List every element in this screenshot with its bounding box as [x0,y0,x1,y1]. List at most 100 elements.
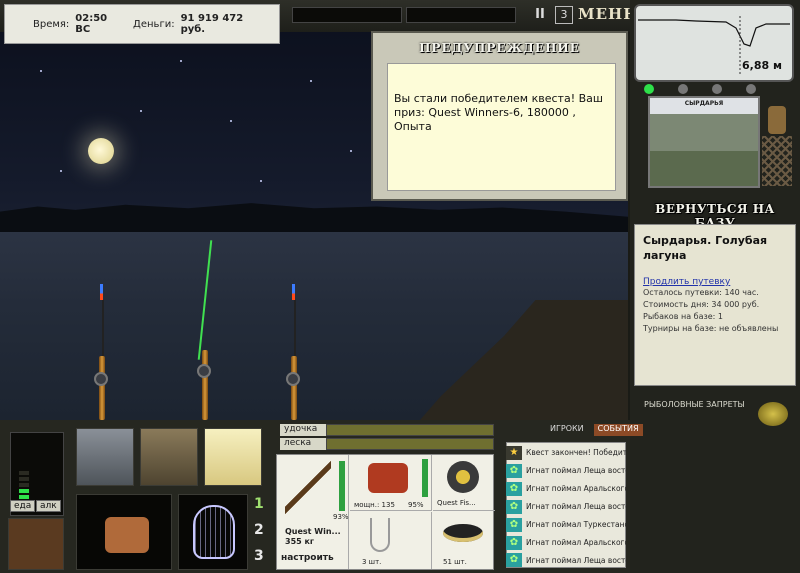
event-text: Игнат поймал Леща восточносибирского на … [526,502,626,511]
rod-label: удочка [280,424,326,436]
rod-2[interactable] [202,350,208,420]
map-buttons [644,84,784,94]
list-item: ✿ Игнат поймал Леща восточносибирского н… [506,552,626,568]
bait-slot[interactable]: 51 шт. [433,512,495,569]
star [140,110,142,112]
notepad-icon[interactable] [204,428,262,486]
reel-power: мощн.: 135 [354,501,395,509]
list-item: ✿ Игнат поймал Леща восточносибирского н… [506,462,626,479]
keepnet-basket-icon[interactable] [76,494,172,570]
reel-icon [368,463,408,493]
return-to-base-button[interactable]: ВЕРНУТЬСЯ НА БАЗУ [634,202,796,230]
line-label: леска [280,438,326,450]
food-box-icon[interactable] [8,518,64,570]
location-map-thumbnail[interactable]: СЫРДАРЬЯ [648,96,760,188]
rod-name: Quest Win... [285,527,341,536]
tackle-box-icon[interactable] [76,428,134,486]
rod-icon [285,461,331,517]
money-label: Деньги: [133,18,175,30]
event-text: Квест закончен! Победитель Игнат [526,448,626,457]
star [230,120,232,122]
tab-events[interactable]: СОБЫТИЯ [593,424,643,436]
satiety-bar [19,489,29,493]
event-text: Игнат поймал Аральского усача на 12,635 … [526,538,626,547]
satiety-bar [19,471,29,475]
time-label: Время: [33,18,70,30]
map-thumb-title: СЫРДАРЬЯ [684,100,724,107]
alcohol-tab[interactable]: алк [36,500,61,512]
tackle-panel: удочка леска Quest Win... 355 кг 93% нас… [276,424,495,570]
hook-slot[interactable]: 3 шт. [350,512,432,569]
rod-weight: 355 кг [285,537,315,546]
events-tabs: ИГРОКИ СОБЫТИЯ [546,424,796,436]
butterfly-icon: ✿ [506,499,522,514]
extend-permit-link[interactable]: Продлить путевку [643,277,787,287]
permit-remaining: Осталось путевки: 140 час. [643,288,759,297]
backpack-icon[interactable] [140,428,198,486]
food-tab[interactable]: еда [10,500,36,512]
event-text: Игнат поймал Аральского усача на 11,154 … [526,484,626,493]
satiety-bar [19,477,29,481]
fishing-net-icon [762,136,792,186]
top-slot-strip [292,7,518,23]
tab-players[interactable]: ИГРОКИ [546,424,588,436]
reel-slot[interactable]: мощн.: 135 95% [350,455,432,511]
star-icon: ★ [506,445,522,460]
rod-1-reel[interactable] [94,372,108,386]
list-item: ★ Квест закончен! Победитель Игнат [506,444,626,461]
hook-icon [370,518,390,552]
rod-slot-2[interactable]: 2 [254,522,264,538]
event-text: Игнат поймал Леща восточносибирского на … [526,466,626,475]
rod-wear-bar [326,424,494,436]
pause-button[interactable]: II [532,7,548,23]
landing-net-icon[interactable] [178,494,248,570]
float-3[interactable] [292,284,295,300]
list-item: ✿ Игнат поймал Туркестанского усача на 2… [506,516,626,533]
status-box: Время: 02:50 ВС Деньги: 91 919 472 руб. [4,4,280,44]
rod-slot-1[interactable]: 1 [254,496,264,512]
day-cost: Стоимость дня: 34 000 руб. [643,300,760,309]
speed-button[interactable]: 3 [555,6,573,24]
anglers-count: Рыбаков на базе: 1 [643,312,723,321]
list-item: ✿ Игнат поймал Аральского усача на 12,63… [506,534,626,551]
map-button-icon[interactable] [746,84,756,94]
float-1[interactable] [100,284,103,300]
line-slot[interactable]: Quest Fis... [433,455,495,511]
butterfly-icon: ✿ [506,463,522,478]
fishing-bans-button[interactable]: РЫБОЛОВНЫЕ ЗАПРЕТЫ [644,400,745,409]
depth-profile: 6,88 м [634,4,794,82]
hook-count: 3 шт. [362,558,382,566]
rod-3-tip [294,300,296,360]
line-name: Quest Fis... [437,499,476,507]
net-icon [193,505,235,559]
bait-count: 51 шт. [443,558,467,566]
lantern-icon [768,106,786,134]
rod-2-reel[interactable] [197,364,211,378]
rod-1-tip [102,300,104,360]
star [350,150,352,152]
bait-icon [443,524,483,542]
butterfly-icon: ✿ [506,553,522,567]
location-title: Сырдарья. Голубая лагуна [643,234,768,262]
butterfly-icon: ✿ [506,517,522,532]
tournaments: Турниры на базе: не объявлены [643,324,779,333]
right-panel: 6,88 м СЫРДАРЬЯ ВЕРНУТЬСЯ НА БАЗУ Сырдар… [630,0,800,573]
time-value: 02:50 ВС [75,13,108,35]
rod-3[interactable] [291,356,297,420]
rod-3-reel[interactable] [286,372,300,386]
reel-percent: 95% [408,501,424,509]
list-item: ✿ Игнат поймал Аральского усача на 11,15… [506,480,626,497]
star [180,60,182,62]
rod-slot-3[interactable]: 3 [254,548,264,564]
moon [88,138,114,164]
map-button-icon[interactable] [678,84,688,94]
rod-1[interactable] [99,356,105,420]
map-button-green-icon[interactable] [644,84,654,94]
basket-icon [105,517,149,553]
location-info-panel: Сырдарья. Голубая лагуна Продлить путевк… [634,224,796,386]
rod-slot[interactable]: Quest Win... 355 кг 93% настроить [277,455,349,569]
map-button-icon[interactable] [712,84,722,94]
money-value: 91 919 472 руб. [180,13,244,35]
setup-button[interactable]: настроить [281,553,334,563]
line-wear-bar [326,438,494,450]
